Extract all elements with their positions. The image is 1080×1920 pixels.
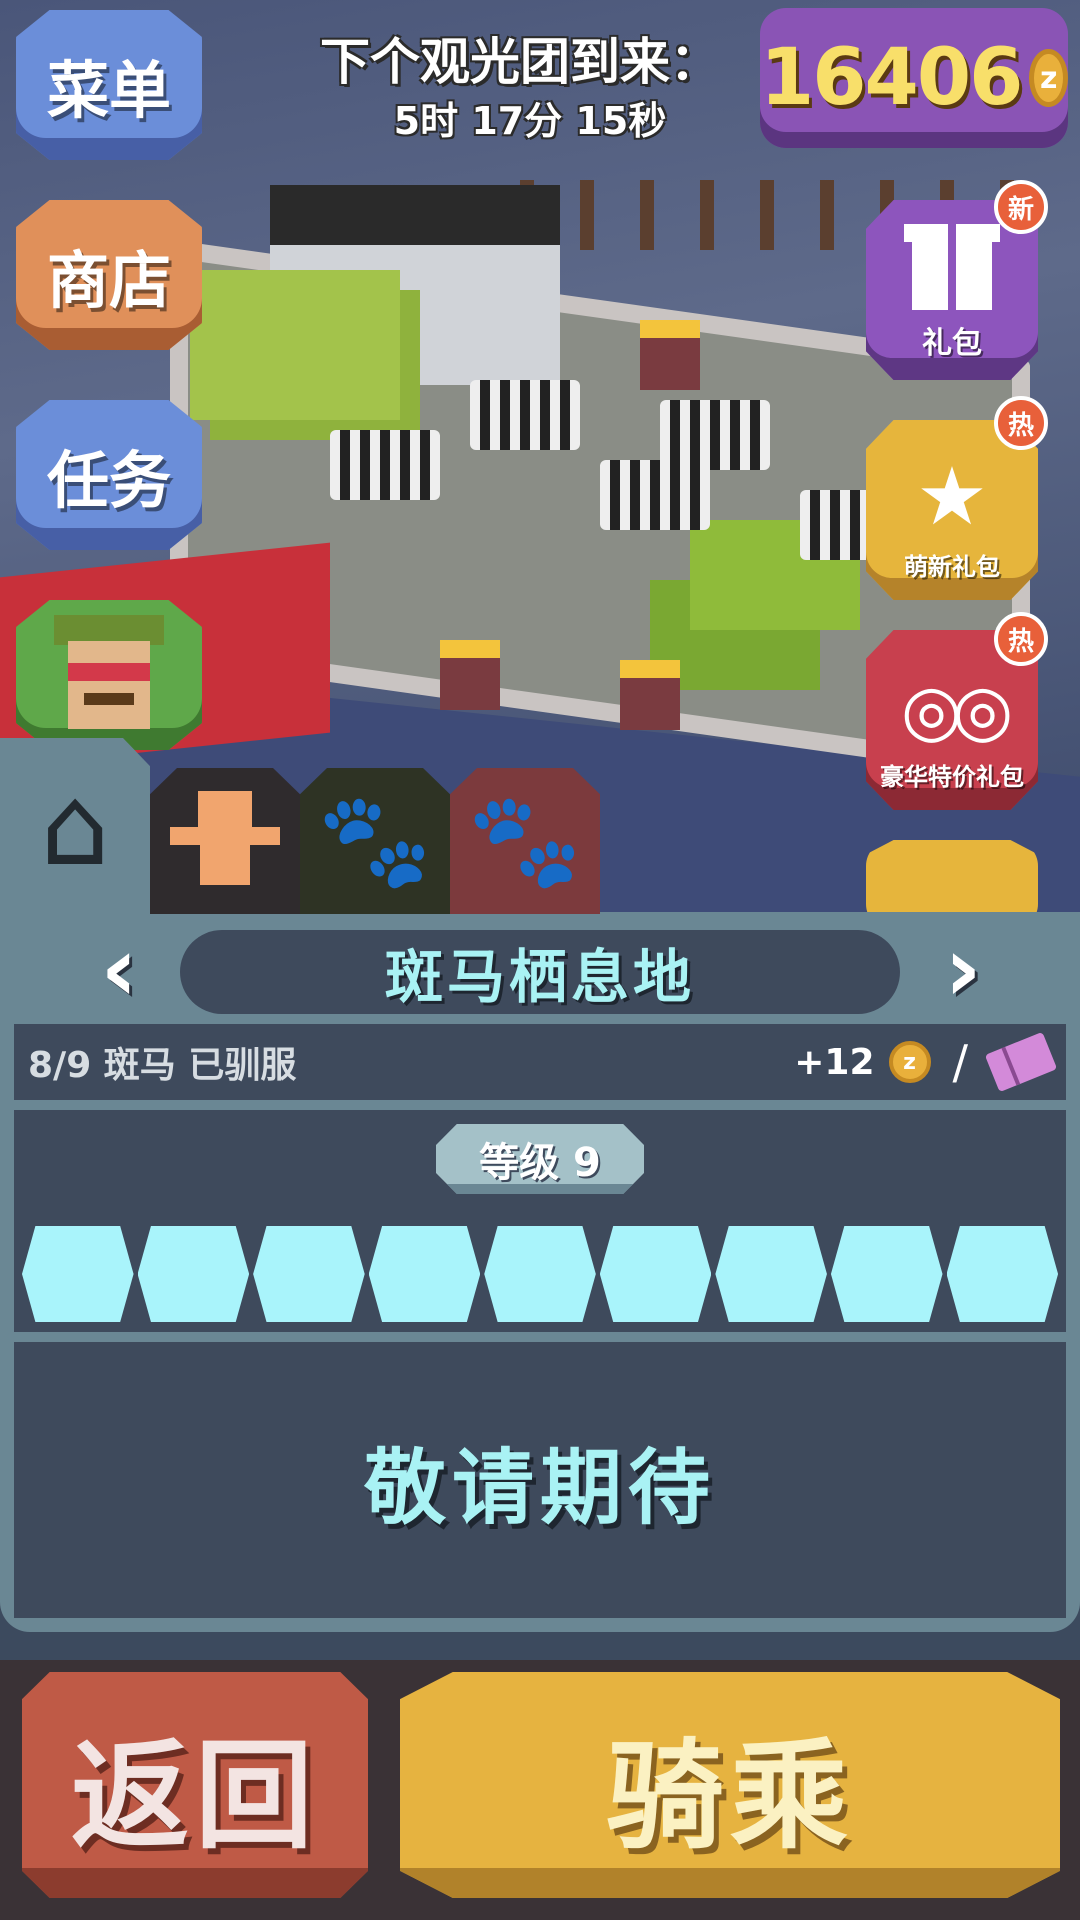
tasks-button[interactable]: 任务 (16, 400, 202, 550)
tab-rare-animals[interactable]: 🐾 (450, 768, 600, 914)
ride-button[interactable]: 骑乘 (400, 1672, 1060, 1898)
lantern-icon: ◎◎ (900, 669, 1013, 751)
coming-soon-text: 敬请期待 (14, 1342, 1066, 1618)
progress-segment (599, 1226, 712, 1322)
back-button[interactable]: 返回 (22, 1672, 368, 1898)
tab-home[interactable]: ⌂ (0, 738, 150, 914)
progress-segment (830, 1226, 943, 1322)
ticket-icon (984, 1031, 1058, 1093)
avatar-button[interactable] (16, 600, 202, 750)
progress-segment (22, 1226, 134, 1322)
menu-button[interactable]: 菜单 (16, 10, 202, 160)
new-badge: 新 (994, 180, 1048, 234)
zebra-animal[interactable] (600, 460, 710, 530)
ranger-icon (170, 791, 280, 891)
scene-tree (190, 270, 400, 420)
hot-badge: 热 (994, 612, 1048, 666)
coin-counter[interactable]: 16406 z (760, 8, 1068, 148)
gift-box-icon (904, 224, 1000, 310)
scene-pillar (620, 660, 680, 730)
coin-icon: z (1029, 49, 1068, 107)
scene-pillar (640, 320, 700, 390)
progress-segment (946, 1226, 1059, 1322)
paw-yellow-icon: 🐾 (317, 787, 433, 894)
paw-white-icon: 🐾 (467, 787, 583, 894)
progress-segment (484, 1226, 596, 1322)
newbie-gift-label: 萌新礼包 (904, 553, 1000, 581)
zebra-animal[interactable] (470, 380, 580, 450)
progress-segment (715, 1226, 827, 1322)
next-tour-countdown: 5时 17分 15秒 (393, 99, 667, 143)
scene-pillar (440, 640, 500, 710)
coin-icon: z (888, 1041, 931, 1083)
habitat-income: +12 z / (794, 1031, 1058, 1093)
income-separator: / (952, 1035, 969, 1089)
level-progress-bar (22, 1226, 1059, 1322)
ranger-avatar-icon (54, 615, 164, 735)
tab-animals[interactable]: 🐾 (300, 768, 450, 914)
hot-badge: 热 (994, 396, 1048, 450)
tab-ranger[interactable] (150, 768, 300, 914)
progress-segment (368, 1226, 481, 1322)
tamed-count: 8/9 斑马 已驯服 (28, 1045, 297, 1086)
star-icon: ★ (916, 450, 988, 543)
home-icon: ⌂ (40, 762, 110, 890)
gift-pack-label: 礼包 (922, 326, 982, 361)
progress-segment (253, 1226, 365, 1322)
coin-amount: 16406 (760, 33, 1023, 123)
habitat-title: 斑马栖息地 (180, 930, 900, 1014)
next-habitat-button[interactable]: › (928, 925, 998, 1015)
level-badge: 等级 9 (436, 1124, 644, 1194)
next-tour-label: 下个观光团到来： (320, 33, 720, 91)
zebra-animal[interactable] (330, 430, 440, 500)
prev-habitat-button[interactable]: ‹ (84, 925, 154, 1015)
shop-button[interactable]: 商店 (16, 200, 202, 350)
income-rate: +12 (794, 1041, 875, 1083)
progress-segment (137, 1226, 250, 1322)
deluxe-gift-label: 豪华特价礼包 (880, 763, 1024, 791)
habitat-info-bar: 8/9 斑马 已驯服 +12 z / (14, 1024, 1066, 1100)
zebra-animal[interactable] (660, 400, 770, 470)
